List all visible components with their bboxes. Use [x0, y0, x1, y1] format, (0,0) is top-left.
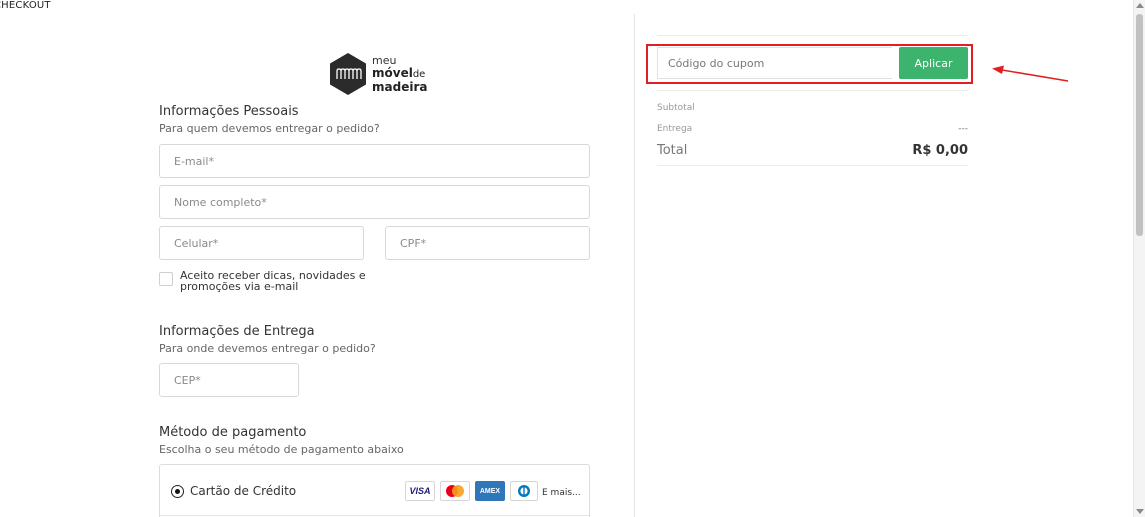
cpf-input[interactable] — [386, 227, 589, 259]
column-divider — [634, 14, 635, 517]
logo-hex-icon — [330, 53, 366, 95]
scrollbar-thumb[interactable] — [1136, 14, 1143, 236]
scroll-up-icon[interactable] — [1136, 3, 1144, 8]
amex-card-icon: AMEX — [475, 481, 505, 501]
credit-card-label: Cartão de Crédito — [190, 484, 297, 498]
logo-line-3: madeira — [372, 80, 428, 94]
logo-line-2-small: de — [412, 69, 426, 80]
payment-divider — [160, 515, 589, 516]
email-field[interactable] — [159, 144, 590, 178]
personal-info-subtitle: Para quem devemos entregar o pedido? — [159, 122, 380, 135]
payment-method-subtitle: Escolha o seu método de pagamento abaixo — [159, 443, 404, 456]
logo-line-2-main: móvel — [372, 66, 413, 80]
page-label: CHECKOUT — [0, 0, 51, 11]
delivery-info-title: Informações de Entrega — [159, 324, 315, 339]
coupon-highlight-box — [646, 44, 973, 84]
total-label: Total — [657, 143, 688, 158]
newsletter-checkbox[interactable] — [159, 272, 173, 286]
cpf-field[interactable] — [385, 226, 590, 260]
brand-logo[interactable]: meu móvelde madeira — [328, 52, 428, 98]
summary-top-divider — [657, 35, 968, 36]
delivery-info-subtitle: Para onde devemos entregar o pedido? — [159, 342, 376, 355]
personal-info-title: Informações Pessoais — [159, 104, 299, 119]
coupon-bottom-divider — [657, 90, 968, 91]
cep-field[interactable] — [159, 363, 299, 397]
mastercard-circles-icon — [446, 485, 464, 497]
delivery-label: Entrega — [657, 124, 693, 134]
delivery-value: --- — [958, 124, 968, 134]
phone-input[interactable] — [160, 227, 363, 259]
annotation-arrow-icon — [992, 65, 1069, 82]
diners-card-icon — [510, 481, 538, 501]
credit-card-radio[interactable] — [171, 485, 184, 498]
visa-card-icon: VISA — [405, 481, 435, 501]
scroll-down-icon[interactable] — [1136, 509, 1144, 514]
phone-field[interactable] — [159, 226, 364, 260]
total-value: R$ 0,00 — [912, 143, 968, 158]
payment-method-title: Método de pagamento — [159, 425, 307, 440]
logo-line-2: móvelde — [372, 67, 427, 81]
email-input[interactable] — [160, 145, 589, 177]
more-payment-methods-label: E mais... — [542, 488, 581, 498]
page-scrollbar[interactable] — [1133, 0, 1145, 517]
total-bottom-divider — [657, 165, 968, 166]
subtotal-label: Subtotal — [657, 103, 695, 113]
payment-option-credit-card[interactable]: Cartão de Crédito VISA AMEX E mais... — [159, 464, 590, 517]
full-name-field[interactable] — [159, 185, 590, 219]
mastercard-icon — [440, 481, 470, 501]
logo-wordmark: meu móvelde madeira — [372, 55, 428, 94]
cep-input[interactable] — [160, 364, 298, 396]
newsletter-label: Aceito receber dicas, novidades e promoç… — [180, 269, 366, 293]
diners-circle-icon — [518, 485, 530, 497]
full-name-input[interactable] — [160, 186, 589, 218]
